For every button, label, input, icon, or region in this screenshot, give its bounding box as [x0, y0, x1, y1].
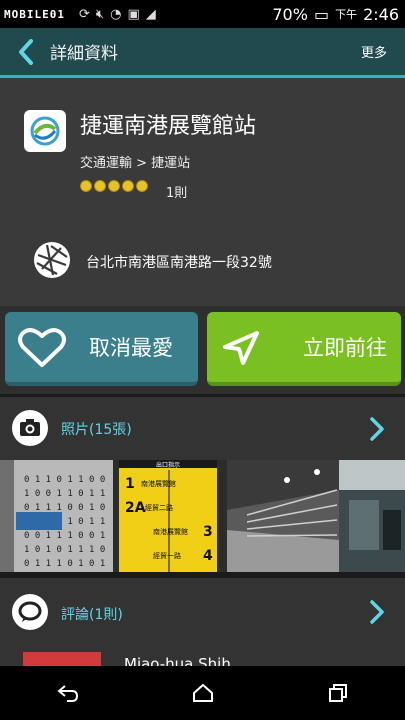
map-icon: [34, 242, 70, 278]
wifi-icon: ◔: [110, 6, 122, 22]
sync-icon: ⟳: [78, 6, 90, 22]
chevron-right-icon: [370, 417, 384, 441]
place-address[interactable]: 台北市南港區南港路一段32號: [86, 252, 272, 272]
time-prefix: 下午: [335, 8, 358, 21]
camera-icon: [12, 410, 48, 446]
rating-star-icon: [80, 180, 92, 192]
page-title: 詳細資料: [50, 44, 118, 64]
rating-star-icon: [136, 180, 148, 192]
chevron-left-icon: [19, 38, 33, 65]
metro-logo-icon: [24, 110, 66, 152]
back-button[interactable]: [12, 38, 40, 66]
rating-star-icon: [94, 180, 106, 192]
sign-exit-number: 1: [125, 476, 135, 492]
sign-exit-number: 4: [203, 548, 213, 564]
svg-text:1 0 1 0 1 1 1 0: 1 0 1 0 1 1 1 0: [24, 545, 105, 555]
system-nav-bar: [0, 666, 405, 720]
sign-exit-text: 南港展覽館: [153, 527, 188, 536]
unfavorite-button[interactable]: 取消最愛: [5, 312, 198, 386]
status-time: 2:46: [363, 4, 399, 24]
svg-text:1 0 0 1 1 0 1 1: 1 0 0 1 1 0 1 1: [24, 489, 105, 499]
storage-icon: ▣: [127, 6, 140, 22]
back-arrow-icon: [56, 685, 78, 702]
home-icon: [192, 683, 213, 702]
rating-star-icon: [108, 180, 120, 192]
svg-text:0 1 1 0 1 1 0 0: 0 1 1 0 1 1 0 0: [24, 475, 105, 485]
photo-thumbnail[interactable]: 出口指示 1 南港展覽館 2A 經貿二路 3 南港展覽館 4 經貿一路: [113, 460, 227, 572]
action-bar: 取消最愛 立即前往: [0, 306, 405, 394]
sign-title: 出口指示: [156, 461, 180, 469]
status-bar: MOBILE01 ⟳ 🔇︎ ◔ ▣ ◢ 70% ▭ 下午 2:46: [0, 0, 405, 28]
navigate-label: 立即前往: [303, 336, 387, 360]
recents-icon: [328, 684, 347, 702]
chevron-right-icon[interactable]: [369, 599, 385, 625]
svg-text:0 0 1 1 1 0 0 1: 0 0 1 1 1 0 0 1: [24, 531, 105, 541]
sign-exit-number: 2A: [125, 500, 146, 516]
nav-home-button[interactable]: [188, 681, 218, 705]
reviews-label[interactable]: 評論(1則): [61, 604, 123, 624]
more-button[interactable]: 更多: [361, 42, 387, 61]
rating-star-icon: [122, 180, 134, 192]
nav-recents-button[interactable]: [323, 681, 353, 705]
photo-thumbnail[interactable]: [339, 460, 405, 572]
signal-icon: ◢: [145, 6, 156, 22]
review-count: 1則: [166, 186, 188, 201]
status-logo: MOBILE01: [4, 7, 65, 21]
app-header: 詳細資料 更多: [0, 28, 405, 78]
svg-text:0 1 1 1 0 1 0 1: 0 1 1 1 0 1 0 1: [24, 559, 105, 569]
heart-icon: [18, 328, 66, 367]
place-name: 捷運南港展覽館站: [80, 114, 257, 139]
rating-stars: [80, 180, 148, 192]
sign-exit-number: 3: [203, 524, 213, 540]
photos-label: 照片(15張): [61, 422, 132, 438]
photo-thumbnail[interactable]: 0 1 1 0 1 1 0 0 1 0 0 1 1 0 1 1 0 1 1 1 …: [0, 460, 113, 572]
photos-section-header[interactable]: 照片(15張): [0, 397, 405, 460]
battery-icon: ▭: [313, 4, 330, 24]
mute-icon: 🔇︎: [95, 6, 105, 22]
place-category[interactable]: 交通運輸 > 捷運站: [80, 152, 190, 171]
battery-percent: 70%: [272, 4, 308, 24]
navigation-arrow-icon: [223, 331, 259, 365]
unfavorite-label: 取消最愛: [89, 336, 173, 360]
photo-strip: 0 1 1 0 1 1 0 0 1 0 0 1 1 0 1 1 0 1 1 1 …: [0, 460, 405, 572]
speech-bubble-icon: [12, 594, 48, 630]
nav-back-button[interactable]: [53, 681, 83, 705]
status-icons: ⟳ 🔇︎ ◔ ▣ ◢: [79, 7, 156, 22]
photo-thumbnail[interactable]: [227, 460, 339, 572]
navigate-button[interactable]: 立即前往: [207, 312, 401, 386]
sign-exit-text: 南港展覽館: [141, 479, 176, 488]
svg-text:0 1 1 1 0 0 1 0: 0 1 1 1 0 0 1 0: [24, 503, 105, 513]
sign-exit-text: 經貿一路: [153, 551, 181, 560]
